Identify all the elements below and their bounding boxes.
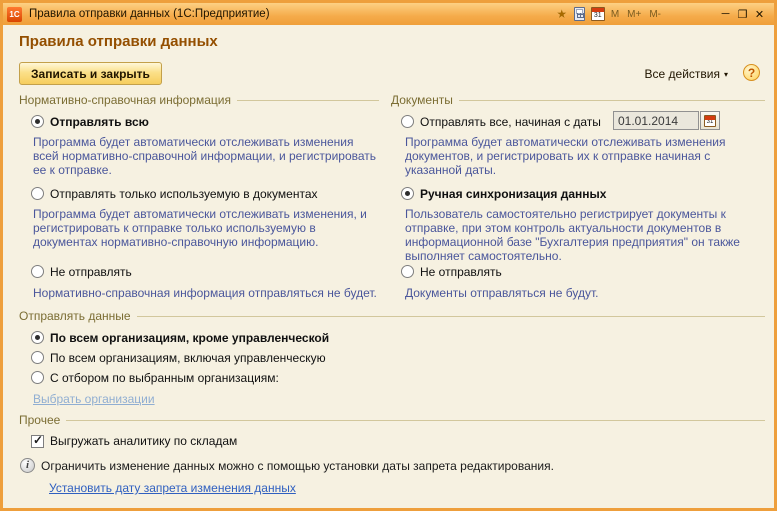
group-send-data-header: Отправлять данные [19,309,765,323]
help-button[interactable]: ? [743,64,760,81]
radio-icon[interactable] [31,331,44,344]
maximize-button[interactable]: ❐ [734,5,751,23]
description-text: Программа будет автоматически отслеживат… [33,135,377,177]
info-note: i Ограничить изменение данных можно с по… [20,458,554,473]
close-button[interactable]: ✕ [751,5,768,23]
radio-option-selected-orgs[interactable]: С отбором по выбранным организациям: [31,370,279,385]
check-icon: ✓ [33,433,43,447]
description-text: Пользователь самостоятельно регистрирует… [405,207,761,263]
radio-icon[interactable] [401,265,414,278]
radio-option-manual-sync[interactable]: Ручная синхронизация данных [401,186,606,201]
radio-option-send-docs-from-date[interactable]: Отправлять все, начиная с даты 31 [401,114,757,129]
start-date-field[interactable] [613,111,699,130]
group-docs-header: Документы [391,93,765,107]
radio-option-all-orgs-including-managerial[interactable]: По всем организациям, включая управленче… [31,350,326,365]
bookmark-icon[interactable]: ★ [553,5,571,23]
radio-icon[interactable] [31,371,44,384]
memory-m-button[interactable]: M [607,9,623,20]
date-picker-button[interactable]: 31 [700,111,720,130]
select-organizations-link[interactable]: Выбрать организации [33,392,155,406]
save-and-close-button[interactable]: Записать и закрыть [19,62,162,85]
window-title: Правила отправки данных (1С:Предприятие) [29,8,270,20]
page-title: Правила отправки данных [19,33,218,50]
calendar-icon[interactable]: 31 [589,5,607,23]
memory-mminus-button[interactable]: M- [645,9,665,20]
group-other-header: Прочее [19,413,765,427]
description-text: Документы отправляться не будут. [405,286,757,300]
radio-option-send-all-nsi[interactable]: Отправлять всю [31,114,149,129]
radio-option-all-orgs-except-managerial[interactable]: По всем организациям, кроме управленческ… [31,330,329,345]
group-nsi-header: Нормативно-справочная информация [19,93,379,107]
description-text: Нормативно-справочная информация отправл… [33,286,377,300]
chevron-down-icon: ▾ [724,70,728,79]
radio-icon[interactable] [401,115,414,128]
calendar-icon: 31 [704,115,716,127]
calculator-icon[interactable] [571,5,589,23]
minimize-button[interactable]: ─ [717,5,734,23]
all-actions-button[interactable]: Все действия ▾ [645,67,728,81]
set-restriction-date-link[interactable]: Установить дату запрета изменения данных [49,481,296,495]
radio-icon[interactable] [31,115,44,128]
description-text: Программа будет автоматически отслеживат… [33,207,377,249]
radio-option-no-send-nsi[interactable]: Не отправлять [31,264,132,279]
info-icon: i [20,458,35,473]
checkbox-icon[interactable]: ✓ [31,435,44,448]
radio-option-send-used-nsi[interactable]: Отправлять только используемую в докумен… [31,186,318,201]
radio-icon[interactable] [31,187,44,200]
memory-mplus-button[interactable]: M+ [623,9,645,20]
radio-option-no-send-docs[interactable]: Не отправлять [401,264,502,279]
checkbox-export-warehouse-analytics[interactable]: ✓ Выгружать аналитику по складам [31,434,237,448]
app-window: 1С Правила отправки данных (1С:Предприят… [0,0,777,511]
radio-icon[interactable] [401,187,414,200]
titlebar[interactable]: 1С Правила отправки данных (1С:Предприят… [3,3,774,25]
app-logo-icon: 1С [7,7,22,22]
description-text: Программа будет автоматически отслеживат… [405,135,757,177]
radio-icon[interactable] [31,351,44,364]
radio-icon[interactable] [31,265,44,278]
